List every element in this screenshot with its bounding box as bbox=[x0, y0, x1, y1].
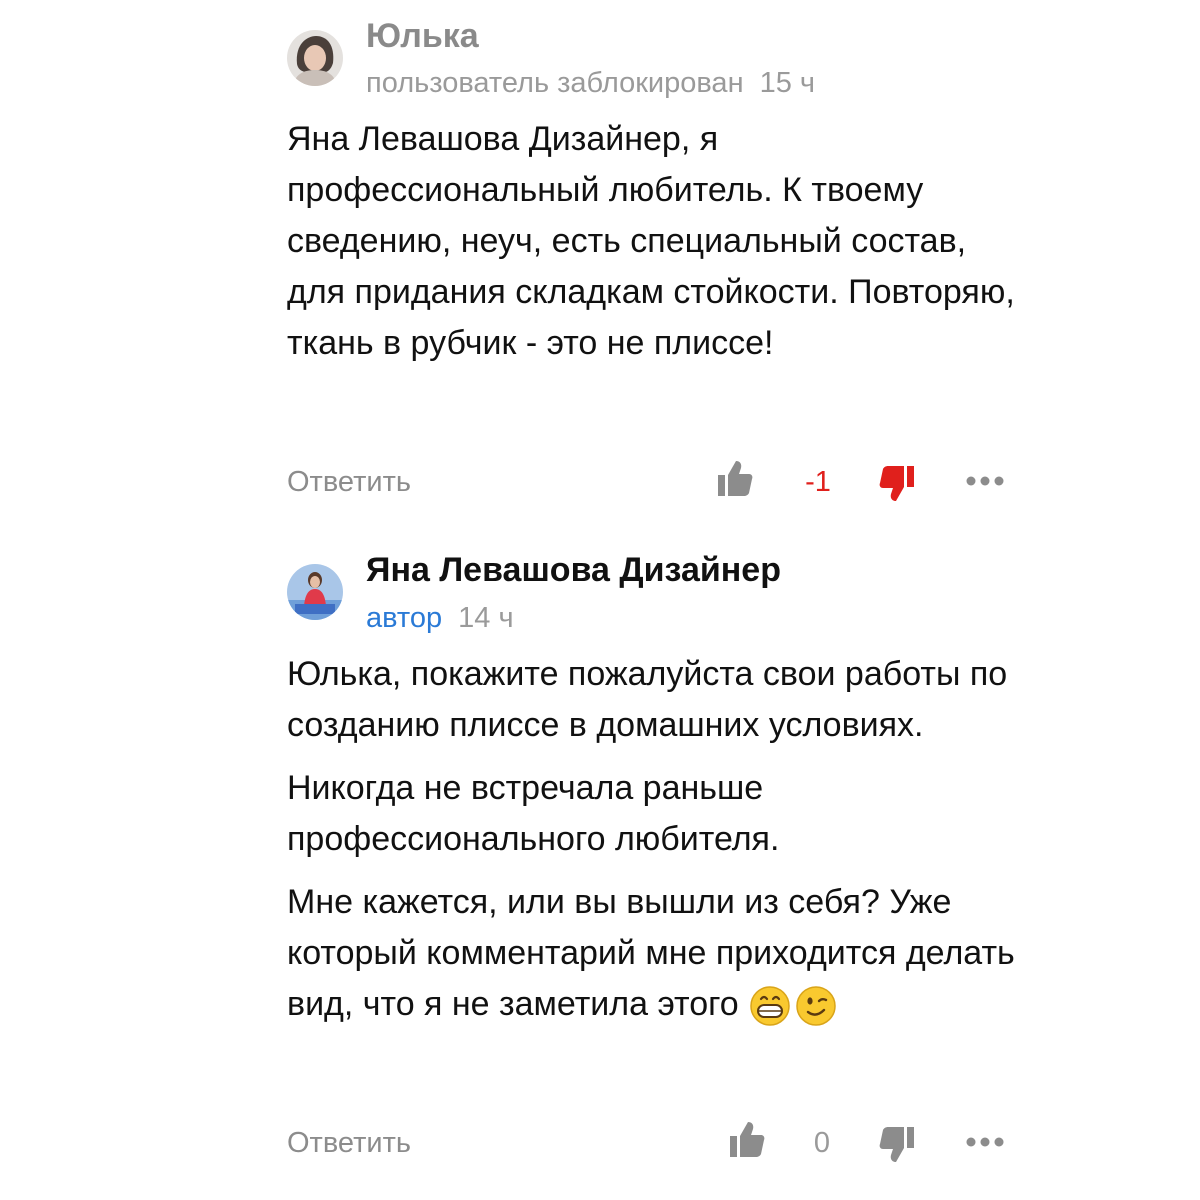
comment-author[interactable]: Юлька bbox=[366, 16, 479, 56]
thumb-up-icon[interactable] bbox=[728, 1119, 766, 1159]
avatar[interactable] bbox=[287, 564, 343, 620]
user-status: пользователь заблокирован bbox=[366, 67, 744, 99]
comment-paragraph-text: Мне кажется, или вы вышли из себя? Уже к… bbox=[287, 883, 1015, 1023]
thumb-down-icon[interactable] bbox=[878, 464, 916, 504]
comment-paragraph: Юлька, покажите пожалуйста свои работы п… bbox=[287, 655, 1008, 744]
winking-face-emoji bbox=[795, 986, 836, 1026]
comment-author[interactable]: Яна Левашова Дизайнер bbox=[366, 550, 781, 590]
avatar[interactable] bbox=[287, 30, 343, 86]
comment-time: 15 ч bbox=[759, 67, 816, 99]
thumb-up-icon[interactable] bbox=[716, 458, 754, 498]
more-dots-icon[interactable] bbox=[966, 1137, 1004, 1147]
comment-body: Яна Левашова Дизайнер, я профессиональны… bbox=[287, 114, 1017, 369]
comment-meta: автор 14 ч bbox=[366, 600, 514, 636]
grinning-face-emoji bbox=[749, 986, 790, 1026]
comment-meta: пользователь заблокирован 15 ч bbox=[366, 65, 815, 101]
comment-actions: Ответить 0 bbox=[0, 1119, 1200, 1167]
comment-paragraph: Яна Левашова Дизайнер, я профессиональны… bbox=[287, 120, 1015, 362]
comment-paragraph: Мне кажется, или вы вышли из себя? Уже к… bbox=[287, 877, 1017, 1030]
more-dots-icon[interactable] bbox=[966, 476, 1004, 486]
comment-time: 14 ч bbox=[458, 602, 514, 634]
thumb-down-icon[interactable] bbox=[878, 1125, 916, 1165]
reply-button[interactable]: Ответить bbox=[287, 462, 411, 502]
comment-actions: Ответить -1 bbox=[0, 458, 1200, 506]
author-badge: автор bbox=[366, 602, 443, 634]
comment-score: 0 bbox=[813, 1127, 831, 1159]
comment-paragraph: Никогда не встречала раньше профессионал… bbox=[287, 769, 780, 858]
reply-button[interactable]: Ответить bbox=[287, 1123, 411, 1163]
comment-body: Юлька, покажите пожалуйста свои работы п… bbox=[287, 649, 1017, 1030]
comment-score: -1 bbox=[805, 466, 831, 498]
